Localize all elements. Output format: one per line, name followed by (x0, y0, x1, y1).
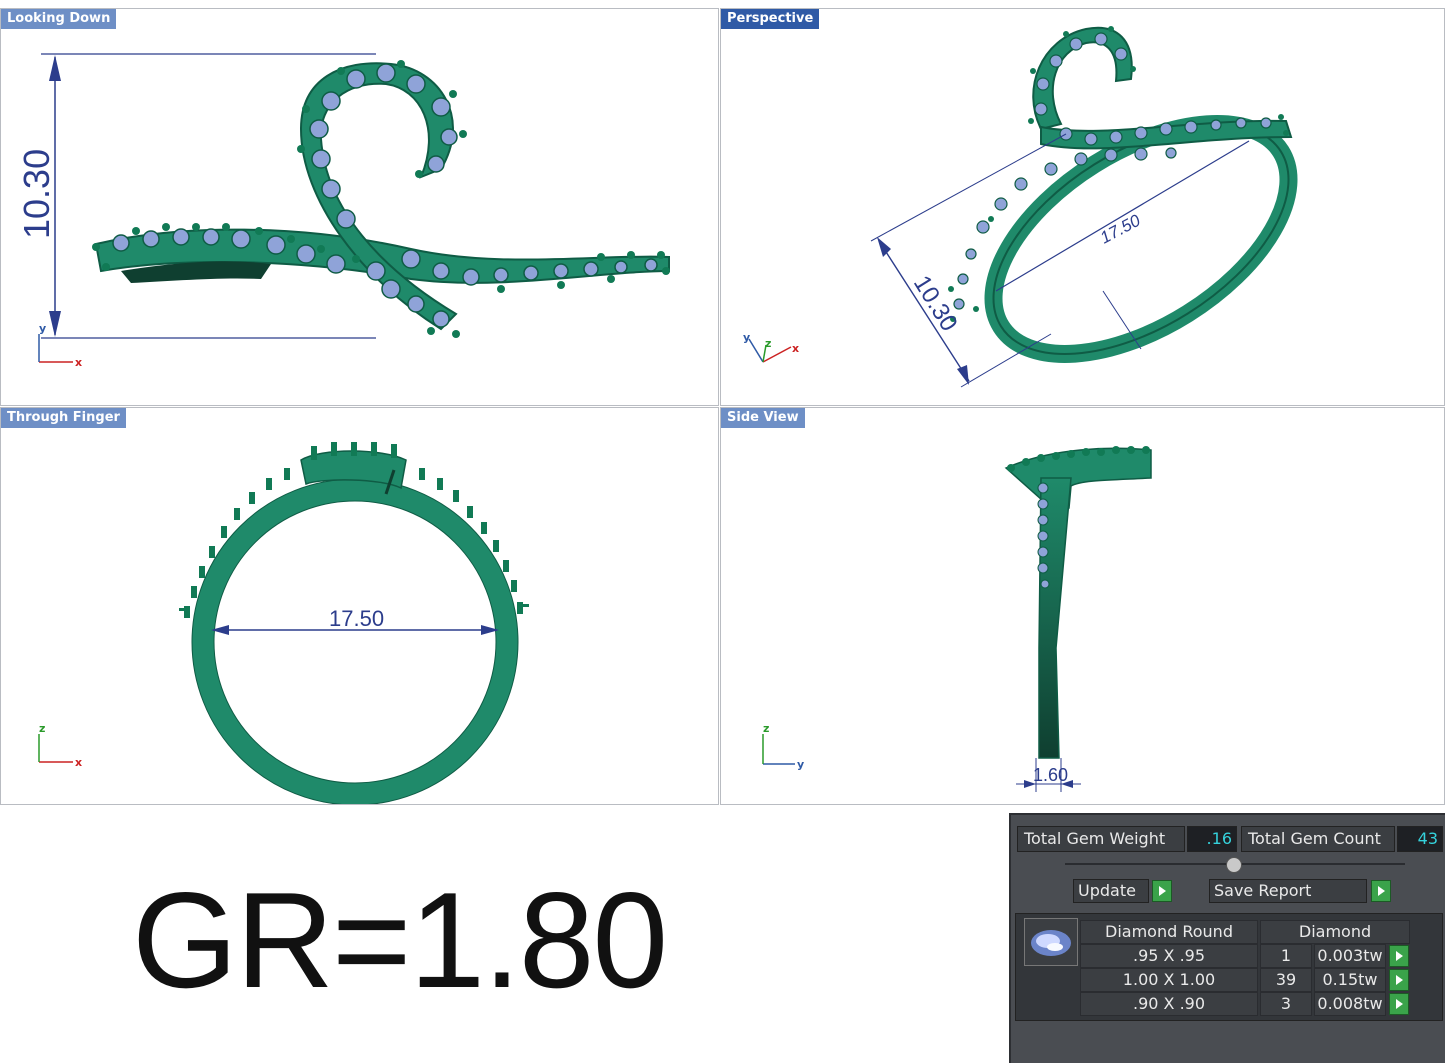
row-go-button[interactable] (1389, 945, 1409, 967)
axis-z-label: z (39, 722, 45, 735)
table-row-weight: 0.008tw (1314, 992, 1386, 1016)
viewport-title-through-finger[interactable]: Through Finger (1, 408, 126, 428)
save-report-button[interactable]: Save Report (1209, 879, 1367, 903)
update-button[interactable]: Update (1073, 879, 1149, 903)
save-report-go-button[interactable] (1371, 880, 1391, 902)
viewport-title-looking-down[interactable]: Looking Down (1, 9, 117, 29)
table-row-count: 3 (1260, 992, 1312, 1016)
table-header-material: Diamond (1260, 920, 1410, 944)
table-row-count: 39 (1260, 968, 1312, 992)
dimension-height-label: 10.30 (16, 149, 57, 239)
ring-perspective-view: 17.50 10.30 x y z (743, 26, 1298, 388)
viewport-looking-down[interactable]: 10.30 x y Looking Down (0, 8, 719, 406)
total-gem-count-value: 43 (1397, 826, 1443, 852)
ring-front-view: 17.50 x z (38, 442, 529, 804)
table-row-count: 1 (1260, 944, 1312, 968)
viewport-side-view[interactable]: 1.60 y z Side View (720, 407, 1445, 805)
table-row-size: .90 X .90 (1080, 992, 1258, 1016)
axis-x-label: x (792, 342, 799, 355)
gem-table: Diamond Round Diamond .95 X .95 1 0.003t… (1015, 913, 1443, 1021)
total-gem-count-label: Total Gem Count (1241, 826, 1395, 852)
axis-y-label: y (743, 331, 750, 344)
table-row-weight: 0.003tw (1314, 944, 1386, 968)
row-go-button[interactable] (1389, 993, 1409, 1015)
gem-thumbnail (1024, 918, 1078, 966)
dimension-diameter-label: 17.50 (1097, 211, 1144, 248)
axis-z-label: z (763, 722, 769, 735)
table-row-size: .95 X .95 (1080, 944, 1258, 968)
axis-y-label: y (797, 758, 804, 771)
axis-x-label: x (75, 756, 82, 769)
total-gem-weight-value: .16 (1187, 826, 1237, 852)
viewport-title-side-view[interactable]: Side View (721, 408, 805, 428)
axis-x-label: x (75, 356, 82, 369)
dimension-width-label: 1.60 (1033, 765, 1068, 785)
collapse-handle-icon[interactable] (1226, 857, 1242, 873)
viewport-title-perspective[interactable]: Perspective (721, 9, 820, 29)
row-go-button[interactable] (1389, 969, 1409, 991)
gem-report-panel: Total Gem Weight .16 Total Gem Count 43 … (1009, 813, 1445, 1063)
axis-y-label: y (39, 322, 46, 335)
table-row-weight: 0.15tw (1314, 968, 1386, 992)
dimension-diameter-label: 17.50 (329, 606, 384, 631)
viewport-through-finger[interactable]: 17.50 x z Through Finger (0, 407, 719, 805)
ring-side-view: 1.60 y z (762, 446, 1152, 792)
axis-z-label: z (765, 337, 771, 350)
total-gem-weight-label: Total Gem Weight (1017, 826, 1185, 852)
ring-top-view: 10.30 x y (16, 53, 670, 369)
table-row-size: 1.00 X 1.00 (1080, 968, 1258, 992)
update-go-button[interactable] (1152, 880, 1172, 902)
viewport-perspective[interactable]: 17.50 10.30 x y z Perspective (720, 8, 1445, 406)
round-diamond-icon (1031, 930, 1071, 956)
gr-label: GR=1.80 (132, 864, 668, 1016)
table-header-shape: Diamond Round (1080, 920, 1258, 944)
